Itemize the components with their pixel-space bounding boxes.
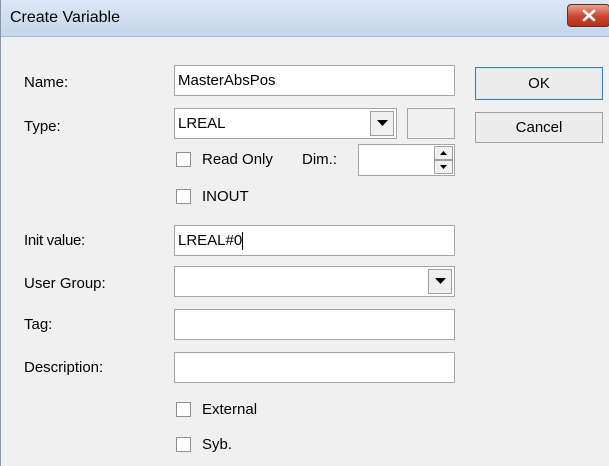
read-only-label: Read Only xyxy=(202,151,273,168)
syb-label: Syb. xyxy=(202,436,233,453)
type-select[interactable]: LREAL xyxy=(174,108,397,139)
window-title: Create Variable xyxy=(10,9,120,26)
text-caret xyxy=(242,232,244,251)
title-bar: Create Variable xyxy=(1,0,609,37)
tag-label: Tag: xyxy=(24,316,53,333)
type-size-field xyxy=(407,108,455,139)
type-label: Type: xyxy=(24,118,61,135)
init-value-field[interactable]: LREAL#0 xyxy=(174,225,455,256)
chevron-down-icon xyxy=(376,120,388,126)
user-group-dropdown-button[interactable] xyxy=(428,269,452,294)
dim-label: Dim.: xyxy=(302,151,337,168)
inout-label: INOUT xyxy=(202,188,249,205)
description-label: Description: xyxy=(24,359,104,376)
inout-checkbox[interactable] xyxy=(176,189,191,204)
cancel-button[interactable]: Cancel xyxy=(475,112,603,143)
syb-checkbox[interactable] xyxy=(176,437,191,452)
init-value-text: LREAL#0 xyxy=(178,232,243,249)
external-checkbox[interactable] xyxy=(176,402,191,417)
arrow-up-icon xyxy=(440,151,447,155)
user-group-select[interactable] xyxy=(174,266,455,297)
name-label: Name: xyxy=(24,74,69,91)
user-group-label: User Group: xyxy=(24,275,106,292)
init-value-label: Init value: xyxy=(24,232,85,249)
type-dropdown-button[interactable] xyxy=(370,111,394,136)
dim-spin-down-button[interactable] xyxy=(434,160,453,174)
arrow-down-icon xyxy=(440,165,447,169)
create-variable-dialog: Create Variable Name: MasterAbsPos Type:… xyxy=(0,0,609,466)
external-label: External xyxy=(202,401,258,418)
chevron-down-icon xyxy=(434,278,446,284)
name-field[interactable]: MasterAbsPos xyxy=(174,65,455,96)
close-icon xyxy=(582,9,595,22)
read-only-checkbox[interactable] xyxy=(176,152,191,167)
tag-field[interactable] xyxy=(174,309,455,340)
dim-spin-up-button[interactable] xyxy=(434,146,453,160)
ok-button[interactable]: OK xyxy=(475,67,603,100)
close-button[interactable] xyxy=(567,4,609,27)
type-select-value: LREAL xyxy=(178,115,226,132)
dim-spinner[interactable] xyxy=(358,144,455,176)
description-field[interactable] xyxy=(174,352,455,383)
